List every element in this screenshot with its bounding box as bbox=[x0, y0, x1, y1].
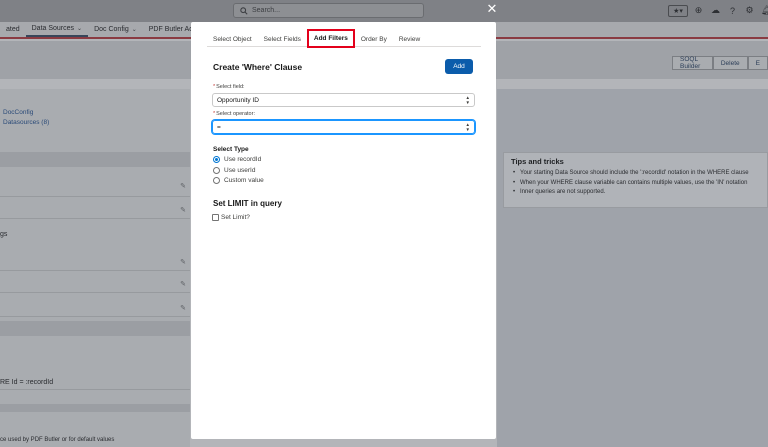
delete-button[interactable]: Delete bbox=[712, 56, 748, 70]
required-marker: * bbox=[213, 84, 216, 90]
favorites-star-icon[interactable]: ★▾ bbox=[668, 4, 688, 17]
soql-builder-button[interactable]: SOQL Builder bbox=[672, 56, 713, 70]
where-clause-title: Create 'Where' Clause bbox=[213, 62, 303, 72]
record-actions: SOQL Builder Delete E bbox=[672, 56, 768, 70]
bell-icon[interactable]: 🔔︎ bbox=[760, 4, 768, 17]
datasources-link[interactable]: Datasources (8) bbox=[3, 119, 49, 126]
radio-use-userid[interactable]: Use userId bbox=[213, 167, 255, 174]
tab-add-filters[interactable]: Add Filters bbox=[306, 29, 355, 48]
pencil-icon[interactable]: ✎ bbox=[180, 280, 186, 288]
pencil-icon[interactable]: ✎ bbox=[180, 258, 186, 266]
radio-label: Use recordId bbox=[224, 156, 262, 163]
select-operator-dropdown[interactable]: = ▲ ▼ bbox=[212, 120, 475, 134]
set-limit-checkbox[interactable] bbox=[212, 214, 219, 221]
radio-selected-icon[interactable] bbox=[213, 156, 220, 163]
select-operator-label: *Select operator: bbox=[213, 111, 255, 117]
set-limit-label: Set Limit? bbox=[221, 214, 250, 221]
radio-icon[interactable] bbox=[213, 177, 220, 184]
soql-builder-modal: Select Object Select Fields Add Filters … bbox=[191, 22, 496, 439]
search-icon bbox=[240, 6, 248, 15]
select-field-label: *Select field: bbox=[213, 84, 245, 90]
select-operator-label-text: Select operator: bbox=[216, 111, 255, 117]
record-detail-panel: DocConfig Datasources (8) ✎ ✎ gs ✎ ✎ ✎ R… bbox=[0, 89, 190, 447]
nav-item-partial[interactable]: ated bbox=[0, 22, 26, 37]
tip-item: Inner queries are not supported. bbox=[511, 188, 760, 198]
section-label: gs bbox=[0, 231, 8, 238]
nav-item-data-sources[interactable]: Data Sources ⌄ bbox=[25, 22, 89, 37]
section-header bbox=[0, 152, 190, 167]
tab-review[interactable]: Review bbox=[393, 32, 426, 47]
set-limit-checkbox-row[interactable]: Set Limit? bbox=[212, 214, 250, 221]
select-field-value: Opportunity ID bbox=[217, 96, 259, 104]
field-row: ✎ bbox=[0, 293, 190, 317]
select-field-label-text: Select field: bbox=[216, 84, 245, 90]
pencil-icon[interactable]: ✎ bbox=[180, 182, 186, 190]
field-row: ✎ bbox=[0, 241, 190, 271]
cloud-icon[interactable]: ☁ bbox=[709, 4, 722, 17]
radio-icon[interactable] bbox=[213, 167, 220, 174]
tab-select-fields[interactable]: Select Fields bbox=[258, 32, 307, 47]
radio-label: Use userId bbox=[224, 167, 256, 174]
tips-card: Tips and tricks Your starting Data Sourc… bbox=[503, 152, 768, 208]
radio-use-recordid[interactable]: Use recordId bbox=[213, 156, 261, 163]
gear-icon[interactable]: ⚙ bbox=[743, 4, 756, 17]
help-icon[interactable]: ? bbox=[726, 4, 739, 17]
tab-select-object[interactable]: Select Object bbox=[207, 32, 258, 47]
tip-item: Your starting Data Source should include… bbox=[511, 169, 760, 179]
nav-item-label: ated bbox=[6, 26, 20, 33]
radio-custom-value[interactable]: Custom value bbox=[213, 177, 264, 184]
wizard-tabs: Select Object Select Fields Add Filters … bbox=[207, 29, 481, 48]
tab-order-by[interactable]: Order By bbox=[355, 32, 393, 47]
set-limit-title: Set LIMIT in query bbox=[213, 199, 282, 208]
radio-label: Custom value bbox=[224, 177, 264, 184]
nav-item-label: Doc Config bbox=[94, 26, 129, 33]
add-icon[interactable]: ⊕ bbox=[692, 4, 705, 17]
footer-help-text: ce used by PDF Butler or for default val… bbox=[0, 437, 115, 443]
nav-item-doc-config[interactable]: Doc Config ⌄ bbox=[88, 22, 143, 37]
pencil-icon[interactable]: ✎ bbox=[180, 304, 186, 312]
chevron-down-icon[interactable]: ⌄ bbox=[132, 26, 137, 33]
select-field-dropdown[interactable]: Opportunity ID ▲ ▼ bbox=[212, 93, 475, 107]
edit-button[interactable]: E bbox=[747, 56, 768, 70]
close-modal-icon[interactable]: ✕ bbox=[485, 2, 499, 16]
field-row bbox=[0, 357, 190, 390]
select-operator-value: = bbox=[217, 123, 221, 131]
right-panel bbox=[497, 89, 768, 447]
section-header bbox=[0, 404, 190, 412]
required-marker: * bbox=[213, 111, 216, 117]
field-row: ✎ bbox=[0, 167, 190, 197]
global-search-input[interactable]: Search... bbox=[233, 3, 424, 18]
tips-list: Your starting Data Source should include… bbox=[511, 169, 760, 198]
chevron-down-icon[interactable]: ⌄ bbox=[77, 25, 82, 32]
field-row: ✎ bbox=[0, 271, 190, 293]
docconfig-link[interactable]: DocConfig bbox=[3, 109, 33, 116]
select-type-title: Select Type bbox=[213, 146, 249, 153]
nav-item-label: Data Sources bbox=[31, 25, 75, 32]
pencil-icon[interactable]: ✎ bbox=[180, 206, 186, 214]
add-filter-button[interactable]: Add bbox=[445, 59, 473, 74]
global-header: Search... ★▾ ⊕ ☁ ? ⚙ 🔔︎ bbox=[0, 0, 768, 22]
tip-item: When your WHERE clause variable can cont… bbox=[511, 179, 760, 189]
updown-arrows-icon: ▲ ▼ bbox=[465, 95, 470, 105]
field-row: ✎ bbox=[0, 197, 190, 219]
updown-arrows-icon: ▲ ▼ bbox=[465, 122, 470, 132]
header-icons: ★▾ ⊕ ☁ ? ⚙ 🔔︎ bbox=[668, 4, 768, 17]
tips-title: Tips and tricks bbox=[511, 157, 564, 166]
section-header bbox=[0, 321, 190, 336]
search-placeholder: Search... bbox=[252, 7, 281, 14]
